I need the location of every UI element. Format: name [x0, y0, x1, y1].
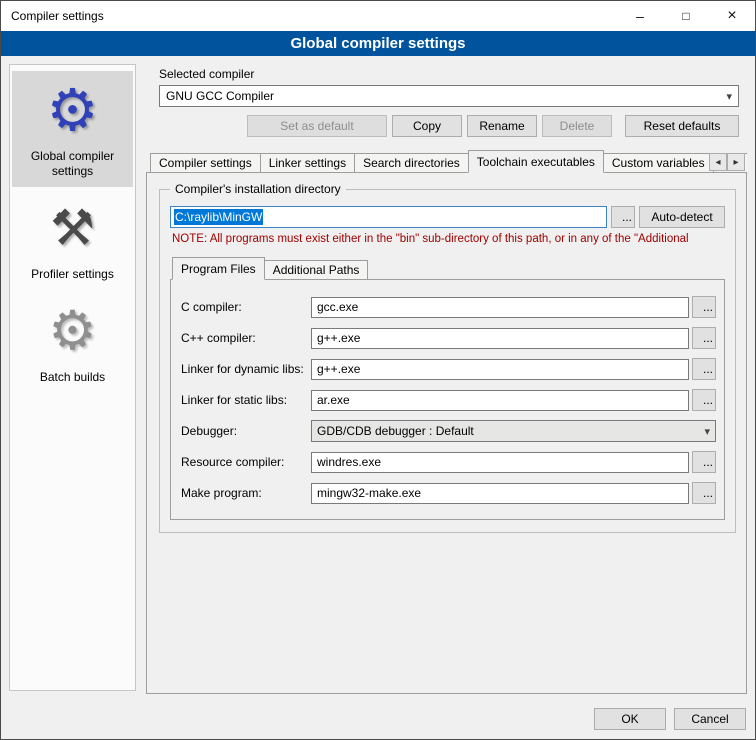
installation-directory-row: C:\raylib\MinGW ... Auto-detect	[170, 206, 725, 228]
minimize-button[interactable]: –	[617, 1, 663, 31]
gear-icon: ⚙	[14, 77, 131, 143]
gray-gear-icon: ⚙	[14, 298, 131, 364]
sidebar-item-global-compiler-settings[interactable]: ⚙ Global compiler settings	[12, 71, 133, 187]
subtab-program-files[interactable]: Program Files	[172, 257, 265, 280]
static-linker-label: Linker for static libs:	[181, 393, 311, 407]
c-compiler-label: C compiler:	[181, 300, 311, 314]
resource-compiler-input[interactable]: windres.exe	[311, 452, 689, 473]
sidebar: ⚙ Global compiler settings ⚒ Profiler se…	[9, 64, 136, 691]
static-linker-browse-button[interactable]: ...	[692, 389, 716, 411]
tab-custom-variables[interactable]: Custom variables	[603, 153, 714, 173]
ok-button[interactable]: OK	[594, 708, 666, 730]
dynamic-linker-input[interactable]: g++.exe	[311, 359, 689, 380]
settings-tabstrip: Compiler settings Linker settings Search…	[150, 150, 747, 173]
cpp-compiler-label: C++ compiler:	[181, 331, 311, 345]
selected-compiler-label: Selected compiler	[159, 67, 735, 81]
tab-toolchain-executables[interactable]: Toolchain executables	[468, 150, 604, 173]
make-program-label: Make program:	[181, 486, 311, 500]
sidebar-item-profiler-settings[interactable]: ⚒ Profiler settings	[12, 189, 133, 290]
debugger-row: Debugger: GDB/CDB debugger : Default ▾	[181, 420, 716, 442]
installation-directory-group-title: Compiler's installation directory	[170, 182, 346, 196]
delete-button: Delete	[542, 115, 612, 137]
static-linker-input[interactable]: ar.exe	[311, 390, 689, 411]
compiler-settings-window: Compiler settings – □ × Global compiler …	[0, 0, 756, 740]
resource-compiler-label: Resource compiler:	[181, 455, 311, 469]
compiler-actions: Set as default Copy Rename Delete Reset …	[158, 115, 739, 137]
hammer-tool-icon: ⚒	[14, 195, 131, 261]
compiler-select-value: GNU GCC Compiler	[166, 89, 274, 103]
tab-scroll-buttons: ◂ ▸	[709, 153, 745, 171]
program-files-tabstrip: Program Files Additional Paths	[172, 257, 725, 280]
installation-directory-value: C:\raylib\MinGW	[174, 209, 263, 225]
maximize-button[interactable]: □	[663, 1, 709, 31]
program-files-panel: C compiler: gcc.exe ... C++ compiler: g+…	[170, 279, 725, 520]
dynamic-linker-label: Linker for dynamic libs:	[181, 362, 311, 376]
static-linker-row: Linker for static libs: ar.exe ...	[181, 389, 716, 411]
reset-defaults-button[interactable]: Reset defaults	[625, 115, 739, 137]
debugger-select-value: GDB/CDB debugger : Default	[317, 424, 474, 438]
sidebar-item-label: Profiler settings	[14, 267, 131, 282]
tab-scroll-left-icon[interactable]: ◂	[709, 153, 727, 171]
copy-button[interactable]: Copy	[392, 115, 462, 137]
c-compiler-input[interactable]: gcc.exe	[311, 297, 689, 318]
dynamic-linker-row: Linker for dynamic libs: g++.exe ...	[181, 358, 716, 380]
cpp-compiler-input[interactable]: g++.exe	[311, 328, 689, 349]
tab-scroll-right-icon[interactable]: ▸	[727, 153, 745, 171]
debugger-label: Debugger:	[181, 424, 311, 438]
sidebar-item-label: Batch builds	[14, 370, 131, 385]
installation-directory-group: Compiler's installation directory C:\ray…	[159, 189, 736, 533]
make-program-input[interactable]: mingw32-make.exe	[311, 483, 689, 504]
cancel-button[interactable]: Cancel	[674, 708, 746, 730]
cpp-compiler-row: C++ compiler: g++.exe ...	[181, 327, 716, 349]
rename-button[interactable]: Rename	[467, 115, 537, 137]
close-button[interactable]: ×	[709, 1, 755, 31]
chevron-down-icon: ▾	[726, 90, 732, 103]
tab-linker-settings[interactable]: Linker settings	[260, 153, 355, 173]
titlebar[interactable]: Compiler settings – □ ×	[1, 1, 755, 31]
c-compiler-row: C compiler: gcc.exe ...	[181, 296, 716, 318]
window-title: Compiler settings	[1, 9, 104, 23]
set-as-default-button: Set as default	[247, 115, 387, 137]
compiler-select[interactable]: GNU GCC Compiler ▾	[159, 85, 739, 107]
main-panel: Selected compiler GNU GCC Compiler ▾ Set…	[146, 56, 747, 694]
chevron-down-icon: ▾	[704, 425, 710, 438]
auto-detect-button[interactable]: Auto-detect	[639, 206, 725, 228]
c-compiler-browse-button[interactable]: ...	[692, 296, 716, 318]
make-program-row: Make program: mingw32-make.exe ...	[181, 482, 716, 504]
make-program-browse-button[interactable]: ...	[692, 482, 716, 504]
toolchain-executables-page: Compiler's installation directory C:\ray…	[146, 172, 747, 694]
installation-directory-input[interactable]: C:\raylib\MinGW	[170, 206, 607, 228]
page-title: Global compiler settings	[1, 31, 755, 56]
sidebar-item-batch-builds[interactable]: ⚙ Batch builds	[12, 292, 133, 393]
dialog-footer: OK Cancel	[594, 708, 746, 730]
installation-directory-note: NOTE: All programs must exist either in …	[172, 233, 725, 245]
tab-compiler-settings[interactable]: Compiler settings	[150, 153, 261, 173]
tab-search-directories[interactable]: Search directories	[354, 153, 469, 173]
debugger-select[interactable]: GDB/CDB debugger : Default ▾	[311, 420, 716, 442]
subtab-additional-paths[interactable]: Additional Paths	[264, 260, 369, 280]
installation-directory-browse-button[interactable]: ...	[611, 206, 635, 228]
sidebar-item-label: Global compiler settings	[14, 149, 131, 179]
resource-compiler-browse-button[interactable]: ...	[692, 451, 716, 473]
cpp-compiler-browse-button[interactable]: ...	[692, 327, 716, 349]
window-controls: – □ ×	[617, 1, 755, 31]
resource-compiler-row: Resource compiler: windres.exe ...	[181, 451, 716, 473]
dynamic-linker-browse-button[interactable]: ...	[692, 358, 716, 380]
